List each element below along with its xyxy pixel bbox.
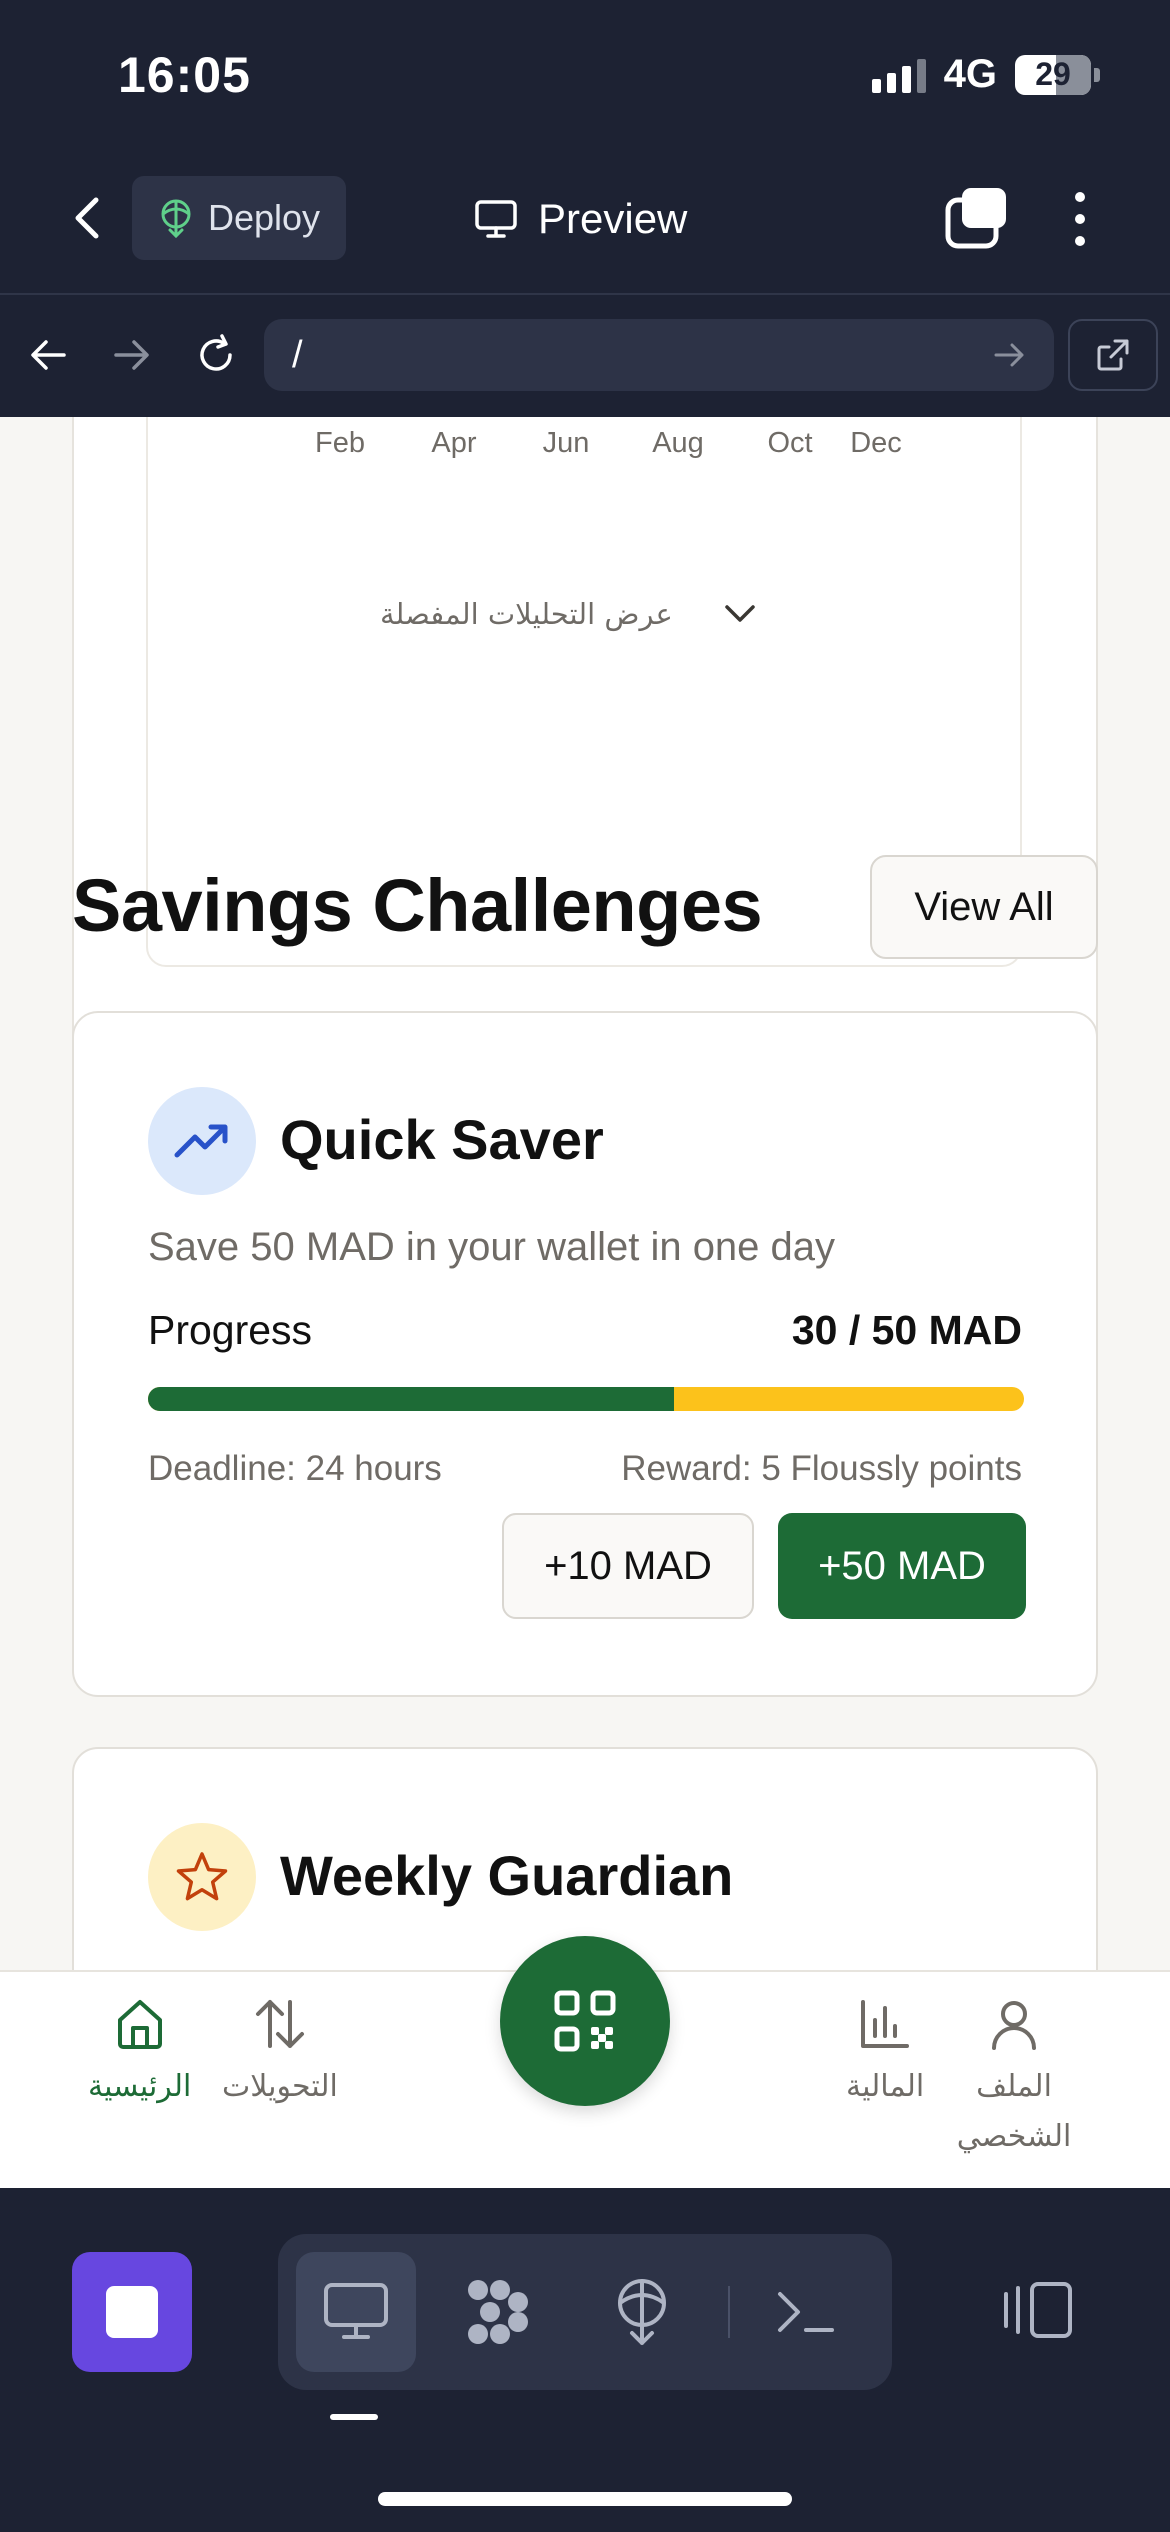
arrow-right-icon [114,340,149,370]
detailed-analytics-toggle[interactable]: عرض التحليلات المفصلة [380,597,757,631]
progress-bar [148,1387,1024,1411]
browser-toolbar [0,295,1170,417]
browser-back-button[interactable] [18,325,78,385]
user-icon [992,2001,1036,2050]
more-dot [1075,192,1085,202]
signal-icon [871,57,926,93]
deploy-label: Deploy [208,197,321,238]
preview-view-button[interactable] [296,2252,416,2372]
app-header: Deploy Preview [0,160,1170,295]
status-indicators: 4G 29 [871,52,1100,97]
challenge-deadline: Deadline: 24 hours [148,1449,442,1488]
view-switcher [278,2234,892,2390]
chevron-left-icon [75,197,99,239]
nav-label: الملف الشخصي [956,2069,1072,2154]
monitor-icon [475,200,517,238]
progress-fill [148,1387,674,1411]
back-button[interactable] [60,190,116,246]
preview-tab[interactable]: Preview [474,182,687,256]
view-all-button[interactable]: View All [870,855,1098,959]
reload-icon [200,334,232,371]
network-type: 4G [943,52,997,96]
details-toggle-label: عرض التحليلات المفصلة [380,597,673,631]
month-label: Feb [315,427,365,459]
transfer-arrows-icon [255,2000,304,2048]
nav-item-profile[interactable]: الملف الشخصي [944,1996,1084,2162]
challenge-title: Quick Saver [280,1108,604,1171]
more-dot [1075,236,1085,246]
stop-button[interactable] [72,2252,192,2372]
nav-label: المالية [846,2069,925,2104]
home-icon [117,2000,162,2049]
web-content: Feb Apr Jun Aug Oct Dec عرض التحليلات ال… [0,417,1170,1970]
open-external-button[interactable] [1068,319,1158,391]
month-label: Jun [542,427,590,459]
tabs-button[interactable] [940,184,1010,254]
home-indicator [378,2492,792,2506]
browser-forward-button[interactable] [102,325,162,385]
qr-scan-button[interactable] [500,1936,670,2106]
browser-reload-button[interactable] [186,325,246,385]
url-input[interactable] [264,319,1054,391]
star-icon [176,1852,228,1901]
challenge-icon-badge [148,1823,256,1931]
chevron-down-icon [725,605,755,622]
tabs-icon [945,188,1006,249]
more-menu-button[interactable] [1060,184,1100,254]
month-label: Oct [767,427,813,459]
section-title: Savings Challenges [72,864,763,947]
arrow-left-icon [31,340,66,370]
go-arrow-icon[interactable] [990,335,1030,375]
add-50-mad-button[interactable]: +50 MAD [778,1513,1026,1619]
battery-level: 29 [1035,56,1071,92]
deploy-icon [618,2279,666,2345]
chart-x-axis: Feb Apr Jun Aug Oct Dec [146,427,1022,477]
trending-up-icon [174,1124,228,1158]
layout-panels-icon [1004,2282,1072,2338]
nav-item-finance[interactable]: المالية [846,1996,924,2112]
more-dot [1075,214,1085,224]
segment-divider [728,2286,730,2338]
shell-view-button[interactable] [746,2252,866,2372]
challenge-reward: Reward: 5 Flouss​ly points [621,1449,1022,1488]
progress-value: 30 / 50 MAD [791,1307,1022,1353]
progress-label: Progress [148,1307,313,1353]
status-bar: 16:05 4G 29 [0,0,1170,160]
terminal-icon [778,2292,834,2332]
challenge-icon-badge [148,1087,256,1195]
deployments-view-button[interactable] [582,2252,702,2372]
nav-item-home[interactable]: الرئيسية [88,1996,191,2112]
month-label: Aug [652,427,704,459]
nav-label: التحويلات [222,2069,338,2104]
month-label: Dec [850,427,902,459]
challenge-title: Weekly Guardian [280,1844,734,1907]
deploy-icon [161,199,191,238]
external-link-icon [1097,339,1129,371]
layout-toggle-button[interactable] [1000,2272,1076,2348]
add-10-mad-button[interactable]: +10 MAD [502,1513,754,1619]
status-time: 16:05 [118,47,251,103]
challenge-description: Save 50 MAD in your wallet in one day [148,1225,836,1269]
month-label: Apr [431,427,477,459]
workspace-view-button[interactable] [438,2252,558,2372]
active-view-indicator [330,2414,378,2420]
stop-icon [106,2286,158,2338]
bar-chart-icon [861,2000,910,2048]
challenge-card: Quick Saver Save 50 MAD in your wallet i… [72,1011,1098,1697]
deploy-button[interactable]: Deploy [132,176,346,260]
qr-code-icon [554,1990,616,2052]
monitor-icon [324,2283,388,2339]
battery-icon: 29 [1015,54,1100,95]
nav-item-transfers[interactable]: التحويلات [222,1996,338,2112]
replit-apps-icon [468,2280,528,2344]
preview-label: Preview [538,195,688,242]
nav-label: الرئيسية [88,2069,192,2104]
dev-toolbar [0,2188,1170,2532]
